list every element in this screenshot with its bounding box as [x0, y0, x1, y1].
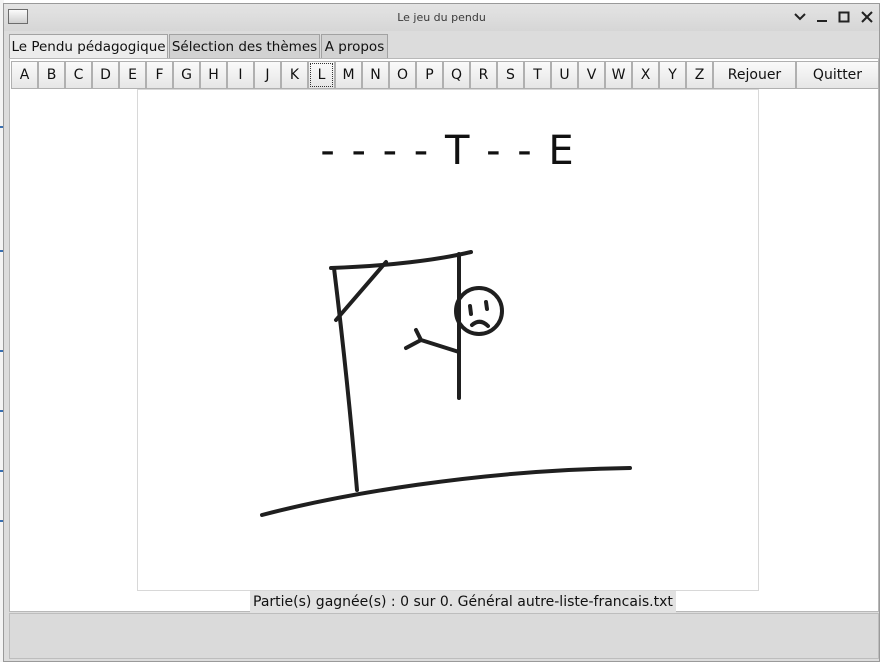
tab-pendu-pedagogique[interactable]: Le Pendu pédagogique: [9, 34, 168, 60]
letter-button-h[interactable]: H: [200, 61, 227, 89]
letter-button-f[interactable]: F: [146, 61, 173, 89]
letter-button-l[interactable]: L: [308, 61, 335, 89]
game-panel: A B C D E F G H I J K L M N O P Q R S T U V W X Y Z Rejouer Quitter…: [9, 58, 879, 613]
title-bar[interactable]: Le jeu du pendu: [4, 4, 879, 31]
bottom-panel: [9, 613, 879, 659]
letter-button-s[interactable]: S: [497, 61, 524, 89]
hangman-arm: [404, 328, 461, 354]
game-canvas: - - - - T - - E: [137, 89, 759, 591]
letter-button-e[interactable]: E: [119, 61, 146, 89]
letter-button-m[interactable]: M: [335, 61, 362, 89]
gallows-brace: [334, 260, 388, 322]
window-title: Le jeu du pendu: [397, 11, 486, 24]
tab-selection-themes[interactable]: Sélection des thèmes: [169, 34, 320, 59]
letter-button-j[interactable]: J: [254, 61, 281, 89]
letter-button-k[interactable]: K: [281, 61, 308, 89]
letter-button-a[interactable]: A: [11, 61, 38, 89]
letter-button-w[interactable]: W: [605, 61, 632, 89]
quit-button[interactable]: Quitter: [796, 61, 879, 89]
letter-button-i[interactable]: I: [227, 61, 254, 89]
hangman-head: [454, 286, 504, 336]
letter-button-g[interactable]: G: [173, 61, 200, 89]
status-bar: Partie(s) gagnée(s) : 0 sur 0. Général a…: [250, 591, 676, 613]
letter-button-o[interactable]: O: [389, 61, 416, 89]
letter-button-c[interactable]: C: [65, 61, 92, 89]
chevron-down-icon[interactable]: [793, 10, 807, 24]
hangman-face: [468, 300, 490, 328]
letter-button-n[interactable]: N: [362, 61, 389, 89]
letter-button-b[interactable]: B: [38, 61, 65, 89]
replay-button[interactable]: Rejouer: [713, 61, 796, 89]
maximize-icon[interactable]: [837, 10, 851, 24]
letter-button-v[interactable]: V: [578, 61, 605, 89]
gallows-beam: [329, 250, 473, 270]
letter-button-p[interactable]: P: [416, 61, 443, 89]
minimize-icon[interactable]: [815, 10, 829, 24]
gallows-ground: [260, 466, 632, 517]
hangman-drawing: [260, 250, 632, 517]
tab-a-propos[interactable]: A propos: [321, 34, 388, 59]
letter-button-x[interactable]: X: [632, 61, 659, 89]
close-icon[interactable]: [860, 10, 874, 24]
app-window: Le jeu du pendu Le Pendu pédagogique Sél…: [3, 3, 880, 662]
letter-button-d[interactable]: D: [92, 61, 119, 89]
letter-button-t[interactable]: T: [524, 61, 551, 89]
letter-button-u[interactable]: U: [551, 61, 578, 89]
letter-button-q[interactable]: Q: [443, 61, 470, 89]
letter-button-r[interactable]: R: [470, 61, 497, 89]
letter-button-y[interactable]: Y: [659, 61, 686, 89]
letter-button-z[interactable]: Z: [686, 61, 713, 89]
